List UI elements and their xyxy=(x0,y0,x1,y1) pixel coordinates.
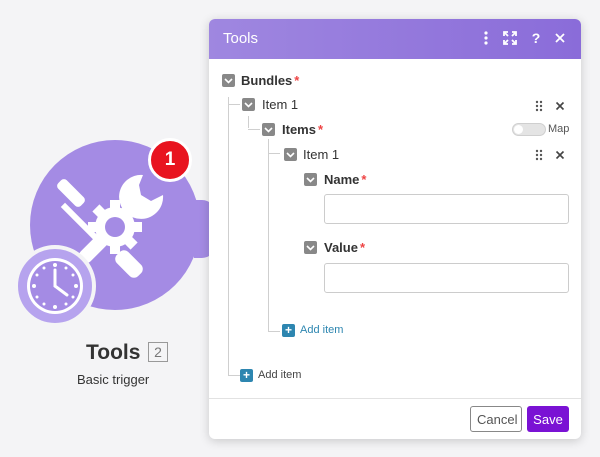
item1-collapse-icon[interactable] xyxy=(242,98,255,111)
value-label: Value * xyxy=(324,240,365,255)
dialog-title: Tools xyxy=(223,30,259,47)
drag-handle-icon[interactable] xyxy=(532,148,546,162)
value-collapse-icon[interactable] xyxy=(304,241,317,254)
map-toggle[interactable] xyxy=(512,123,546,136)
name-input[interactable] xyxy=(324,194,569,224)
more-vert-icon[interactable] xyxy=(477,29,495,47)
cancel-button[interactable]: Cancel xyxy=(470,406,522,432)
add-item-outer-plus-icon[interactable]: + xyxy=(240,369,253,382)
bundle-item-label: Item 1 xyxy=(262,97,299,112)
module-count: 2 xyxy=(148,342,168,362)
required-mark: * xyxy=(359,240,366,255)
help-icon[interactable]: ? xyxy=(527,29,545,47)
required-mark: * xyxy=(294,73,300,88)
tools-module[interactable]: 1 Tools 2 Basic trigger xyxy=(0,0,230,457)
name-label: Name * xyxy=(324,172,366,187)
footer-divider xyxy=(209,398,581,399)
dialog-header: Tools ? xyxy=(209,19,581,59)
tree-branch xyxy=(268,153,280,154)
module-subtitle: Basic trigger xyxy=(77,372,150,387)
map-label: Map xyxy=(548,123,570,135)
tree-line-items xyxy=(268,139,269,331)
nested-item-collapse-icon[interactable] xyxy=(284,148,297,161)
bundles-collapse-icon[interactable] xyxy=(222,74,235,87)
tools-dialog: Tools ? Bundles * Item 1 Items * Map Ite… xyxy=(209,19,581,439)
drag-handle-icon[interactable] xyxy=(532,99,546,113)
required-mark: * xyxy=(317,122,324,137)
tree-line-item xyxy=(248,116,249,128)
clock-icon xyxy=(14,245,96,327)
items-text: Items xyxy=(282,122,316,137)
nested-item-label: Item 1 xyxy=(303,147,340,162)
value-input[interactable] xyxy=(324,263,569,293)
remove-nested-item-icon[interactable] xyxy=(553,148,567,162)
tree-line-bundles xyxy=(228,97,229,375)
close-icon[interactable] xyxy=(551,29,569,47)
tree-branch xyxy=(228,104,240,105)
module-title: Tools xyxy=(86,341,141,364)
add-item-outer-button[interactable]: Add item xyxy=(258,369,301,381)
save-button[interactable]: Save xyxy=(527,406,569,432)
name-text: Name xyxy=(324,172,360,187)
tree-branch xyxy=(228,375,240,376)
add-item-inner-button[interactable]: Add item xyxy=(300,324,343,336)
expand-icon[interactable] xyxy=(501,29,519,47)
tree-branch xyxy=(248,129,260,130)
name-collapse-icon[interactable] xyxy=(304,173,317,186)
tree-branch xyxy=(268,331,280,332)
notification-badge: 1 xyxy=(148,138,192,182)
items-label: Items * xyxy=(282,122,323,137)
required-mark: * xyxy=(361,172,367,187)
bundles-label: Bundles * xyxy=(241,73,299,88)
items-collapse-icon[interactable] xyxy=(262,123,275,136)
value-text: Value xyxy=(324,240,358,255)
add-item-inner-plus-icon[interactable]: + xyxy=(282,324,295,337)
bundles-text: Bundles xyxy=(241,73,293,88)
remove-item-icon[interactable] xyxy=(553,99,567,113)
